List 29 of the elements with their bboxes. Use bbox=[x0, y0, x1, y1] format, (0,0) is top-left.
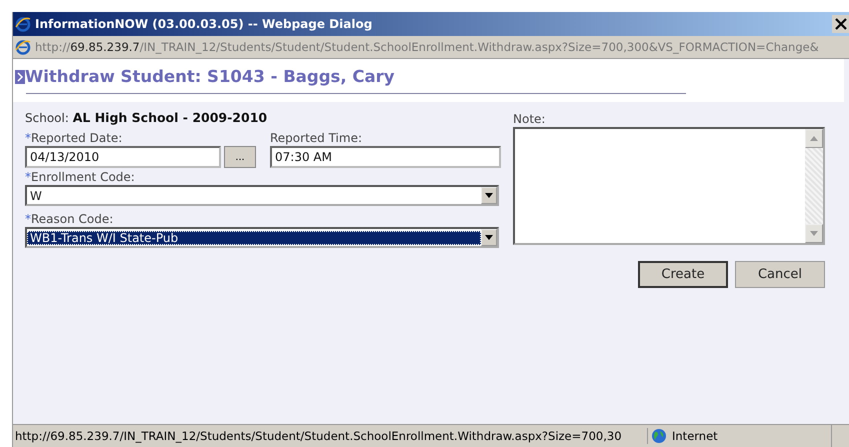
page-url: http://69.85.239.7/IN_TRAIN_12/Students/Student/Student.SchoolEnrollment.Withdraw.aspx?Size=700,300&VS_FORMACTION=Change& bbox=[35, 40, 819, 54]
dropdown[interactable]: WB1-Trans W/I State-Pub bbox=[25, 227, 499, 248]
close-icon[interactable] bbox=[832, 15, 849, 33]
field-label: *Reported Date: bbox=[25, 131, 124, 145]
browser-logo-icon bbox=[15, 39, 31, 55]
dropdown-arrow-icon bbox=[485, 235, 493, 240]
field-label: Note: bbox=[513, 112, 546, 126]
scroll-down-icon bbox=[810, 231, 818, 236]
dialog-button[interactable]: Create bbox=[638, 261, 728, 288]
scrollbar[interactable] bbox=[805, 129, 823, 243]
note-field[interactable] bbox=[513, 127, 825, 245]
school-name: AL High School - 2009-2010 bbox=[72, 110, 268, 125]
date-field[interactable]: 04/13/2010 bbox=[25, 146, 221, 168]
field-label: *Reason Code: bbox=[25, 212, 114, 226]
dialog-button[interactable]: Cancel bbox=[735, 261, 825, 288]
globe-icon bbox=[651, 428, 667, 444]
browser-logo-icon bbox=[15, 16, 31, 32]
dropdown[interactable]: W bbox=[25, 185, 499, 206]
page-heading: Withdraw Student: S1043 - Baggs, Cary bbox=[25, 67, 395, 86]
field-label: Reported Time: bbox=[270, 131, 364, 145]
dropdown-arrow-icon bbox=[485, 193, 493, 198]
window-title: InformationNOW (03.00.03.05) -- Webpage Dialog bbox=[35, 17, 374, 31]
scroll-up-icon bbox=[810, 136, 818, 141]
school-label: School: bbox=[25, 111, 69, 125]
time-field[interactable]: 07:30 AM bbox=[270, 146, 501, 168]
field-label: *Enrollment Code: bbox=[25, 170, 136, 184]
date-picker-button[interactable]: ... bbox=[224, 146, 256, 168]
security-zone: Internet bbox=[672, 429, 718, 443]
status-url: http://69.85.239.7/IN_TRAIN_12/Students/Student/Student.SchoolEnrollment.Withdraw.aspx?Size=700,30 bbox=[14, 429, 623, 443]
